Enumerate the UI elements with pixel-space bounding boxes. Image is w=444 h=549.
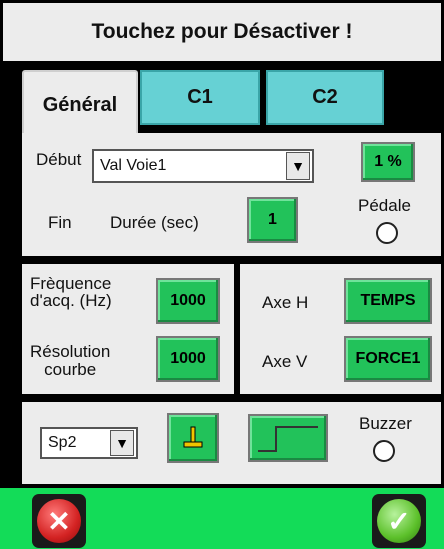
axes-panel: Axe H TEMPS Axe V FORCE1 <box>240 264 441 394</box>
buzzer-label: Buzzer <box>359 414 412 433</box>
duree-button[interactable]: 1 <box>247 197 298 243</box>
axe-h-label: Axe H <box>262 293 309 312</box>
general-panel: Début Val Voie1 ▼ 1 % Fin Durée (sec) 1 … <box>22 133 441 256</box>
pedale-label: Pédale <box>358 196 411 215</box>
tab-general[interactable]: Général <box>22 70 138 134</box>
axe-h-button[interactable]: TEMPS <box>344 278 432 324</box>
axe-v-button[interactable]: FORCE1 <box>344 336 432 382</box>
sp-select-value: Sp2 <box>48 434 77 451</box>
res-label: Résolution courbe <box>30 343 110 379</box>
step-button[interactable] <box>248 414 328 462</box>
res-label-line2: courbe <box>44 360 97 379</box>
check-icon: ✓ <box>377 499 421 543</box>
axe-v-label: Axe V <box>262 352 308 371</box>
close-icon: ✕ <box>37 499 81 543</box>
level-button[interactable] <box>167 413 219 463</box>
screen: Touchez pour Désactiver ! Général C1 C2 … <box>0 0 444 549</box>
freq-label-line2: d'acq. (Hz) <box>30 291 112 310</box>
chevron-down-icon: ▼ <box>286 152 310 180</box>
acquisition-panel: Frèquence d'acq. (Hz) 1000 Résolution co… <box>22 264 234 394</box>
percent-button[interactable]: 1 % <box>361 142 415 182</box>
pedale-radio[interactable] <box>376 222 398 244</box>
freq-button[interactable]: 1000 <box>156 278 220 324</box>
res-label-line1: Résolution <box>30 342 111 361</box>
title-bar[interactable]: Touchez pour Désactiver ! <box>3 3 441 61</box>
res-button[interactable]: 1000 <box>156 336 220 382</box>
tab-c1[interactable]: C1 <box>140 70 260 125</box>
step-signal-icon <box>258 426 318 452</box>
debut-label: Début <box>36 150 82 169</box>
tab-c2[interactable]: C2 <box>266 70 384 125</box>
debut-select[interactable]: Val Voie1 ▼ <box>92 149 314 183</box>
cancel-button[interactable]: ✕ <box>32 494 86 548</box>
debut-select-value: Val Voie1 <box>100 157 167 174</box>
sp-select[interactable]: Sp2 ▼ <box>40 427 138 459</box>
freq-label: Frèquence d'acq. (Hz) <box>30 275 112 309</box>
trigger-panel: Sp2 ▼ Buzzer <box>22 402 441 484</box>
chevron-down-icon: ▼ <box>110 430 134 456</box>
fin-label: Fin <box>48 213 72 232</box>
level-marker-icon <box>183 426 203 448</box>
buzzer-radio[interactable] <box>373 440 395 462</box>
duree-label: Durée (sec) <box>110 213 199 232</box>
confirm-button[interactable]: ✓ <box>372 494 426 548</box>
